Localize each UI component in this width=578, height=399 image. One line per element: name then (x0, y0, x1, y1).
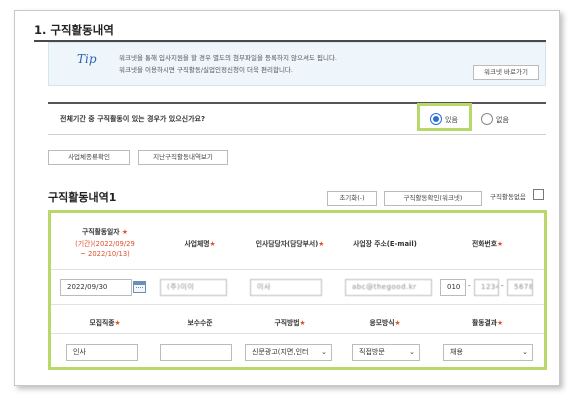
chevron-down-icon: ⌄ (409, 348, 415, 356)
tip-text-line1: 워크넷을 통해 입사지원을 할 경우 별도의 첨부파일을 등록하지 않으셔도 됩… (119, 54, 338, 62)
tip-box: Tip 워크넷을 통해 입사지원을 할 경우 별도의 첨부파일을 등록하지 않으… (48, 42, 546, 86)
header-method: 구직방법★ (240, 317, 340, 327)
past-history-button[interactable]: 지난구직활동내역보기 (138, 150, 228, 165)
method-select[interactable]: 신문광고(지면,인터 ⌄ (245, 344, 332, 361)
phone-input-1[interactable]: 010 (440, 279, 466, 296)
method-select-value: 신문광고(지면,인터 (252, 348, 309, 356)
phone-input-3[interactable]: 5678 (507, 279, 533, 296)
chevron-down-icon: ⌄ (522, 348, 528, 356)
required-mark: ★ (114, 319, 121, 327)
phone-input-2[interactable]: 1234 (474, 279, 499, 296)
manager-input[interactable]: 이사 (250, 279, 322, 296)
radio-yes-label: 있음 (445, 116, 458, 124)
tip-text-line2: 워크넷을 이용하시면 구직활동/실업인정신청이 더욱 편리합니다. (119, 66, 293, 74)
header-email: 사업장 주소(E-mail) (353, 240, 417, 248)
radio-yes[interactable] (430, 113, 442, 125)
salary-input[interactable] (160, 344, 232, 361)
radio-no-label: 없음 (496, 116, 509, 124)
header-salary: 보수수준 (187, 319, 213, 327)
worknet-link-button[interactable]: 워크넷 바로가기 (473, 65, 539, 80)
question-bottom-rule (48, 134, 546, 135)
email-input[interactable]: abc@thegood.kr (345, 279, 432, 296)
header-apply: 응모방식★ (340, 317, 430, 327)
no-activity-checkbox[interactable] (533, 189, 544, 200)
header-company-label: 사업체명 (184, 240, 210, 248)
no-activity-label: 구직활동없음 (490, 193, 526, 201)
worknet-check-button[interactable]: 구직활동확인(워크넷) (384, 191, 482, 206)
calendar-icon[interactable] (133, 281, 146, 293)
section-title: 1. 구직활동내역 (34, 23, 114, 37)
required-mark: ★ (496, 240, 504, 248)
date-input[interactable]: 2022/09/30 (60, 279, 132, 296)
row-divider (51, 304, 544, 305)
required-mark: ★ (394, 319, 401, 327)
header-result: 활동결과★ (440, 317, 535, 327)
apply-select-value: 직접방문 (359, 348, 385, 356)
header-method-label: 구직방법 (274, 319, 300, 327)
required-mark: ★ (299, 319, 306, 327)
header-manager: 인사담당자(담당부서)★ (240, 238, 340, 248)
tip-label: Tip (77, 52, 97, 66)
row-divider (51, 269, 544, 270)
period-line2: ~ 2022/10/13) (80, 250, 130, 258)
header-date-label: 구직활동일자 (82, 228, 120, 236)
header-job: 모집직종★ (60, 317, 150, 327)
header-result-label: 활동결과 (471, 319, 497, 327)
required-mark: ★ (209, 240, 216, 248)
phone-separator: - (468, 282, 471, 290)
job-input[interactable]: 인사 (66, 344, 138, 361)
header-phone-label: 전화번호 (471, 240, 497, 248)
phone-separator: - (501, 282, 504, 290)
required-mark: ★ (318, 240, 325, 248)
apply-select[interactable]: 직접방문 ⌄ (352, 344, 420, 361)
result-select-value: 채용 (450, 348, 463, 356)
header-phone: 전화번호★ (440, 238, 535, 248)
header-date: 구직활동일자 ★ (60, 226, 150, 236)
header-job-label: 모집직종 (89, 319, 115, 327)
radio-no[interactable] (481, 113, 493, 125)
business-type-button[interactable]: 사업체종류확인 (48, 150, 130, 165)
question-text: 전체기간 중 구직활동이 있는 경우가 있으신가요? (60, 115, 206, 123)
activity-title: 구직활동내역1 (48, 191, 117, 204)
header-company: 사업체명★ (160, 238, 240, 248)
required-mark: ★ (121, 228, 128, 236)
company-input[interactable]: (주)이이 (160, 279, 227, 296)
period-line1: (기간)(2022/09/29 (75, 240, 135, 248)
chevron-down-icon: ⌄ (321, 348, 327, 356)
header-apply-label: 응모방식 (369, 319, 395, 327)
result-select[interactable]: 채용 ⌄ (443, 344, 533, 361)
header-manager-label: 인사담당자(담당부서) (255, 240, 319, 248)
required-mark: ★ (496, 319, 504, 327)
row-divider (51, 333, 544, 334)
reset-button[interactable]: 초기화(-) (327, 191, 377, 206)
